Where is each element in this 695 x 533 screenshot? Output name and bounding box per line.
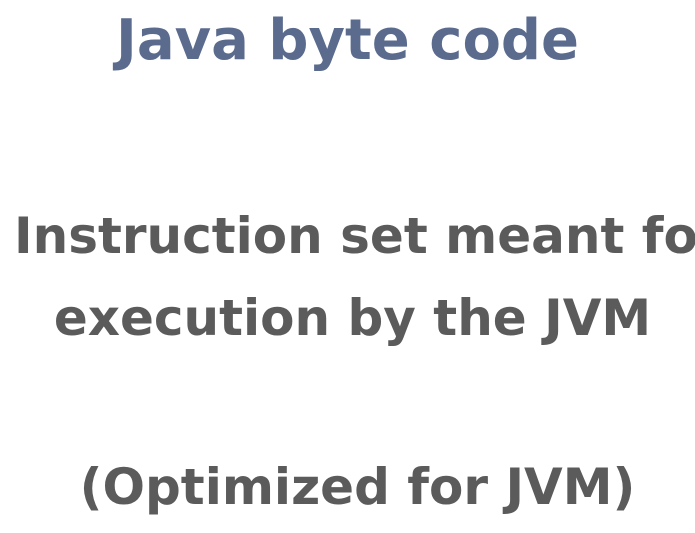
slide-title: Java byte code [116, 8, 579, 73]
slide: Java byte code Instruction set meant for… [0, 0, 695, 533]
body-line-1: Instruction set meant for [14, 207, 695, 265]
body-line-2: execution by the JVM [53, 289, 652, 347]
slide-note: (Optimized for JVM) [79, 458, 636, 516]
